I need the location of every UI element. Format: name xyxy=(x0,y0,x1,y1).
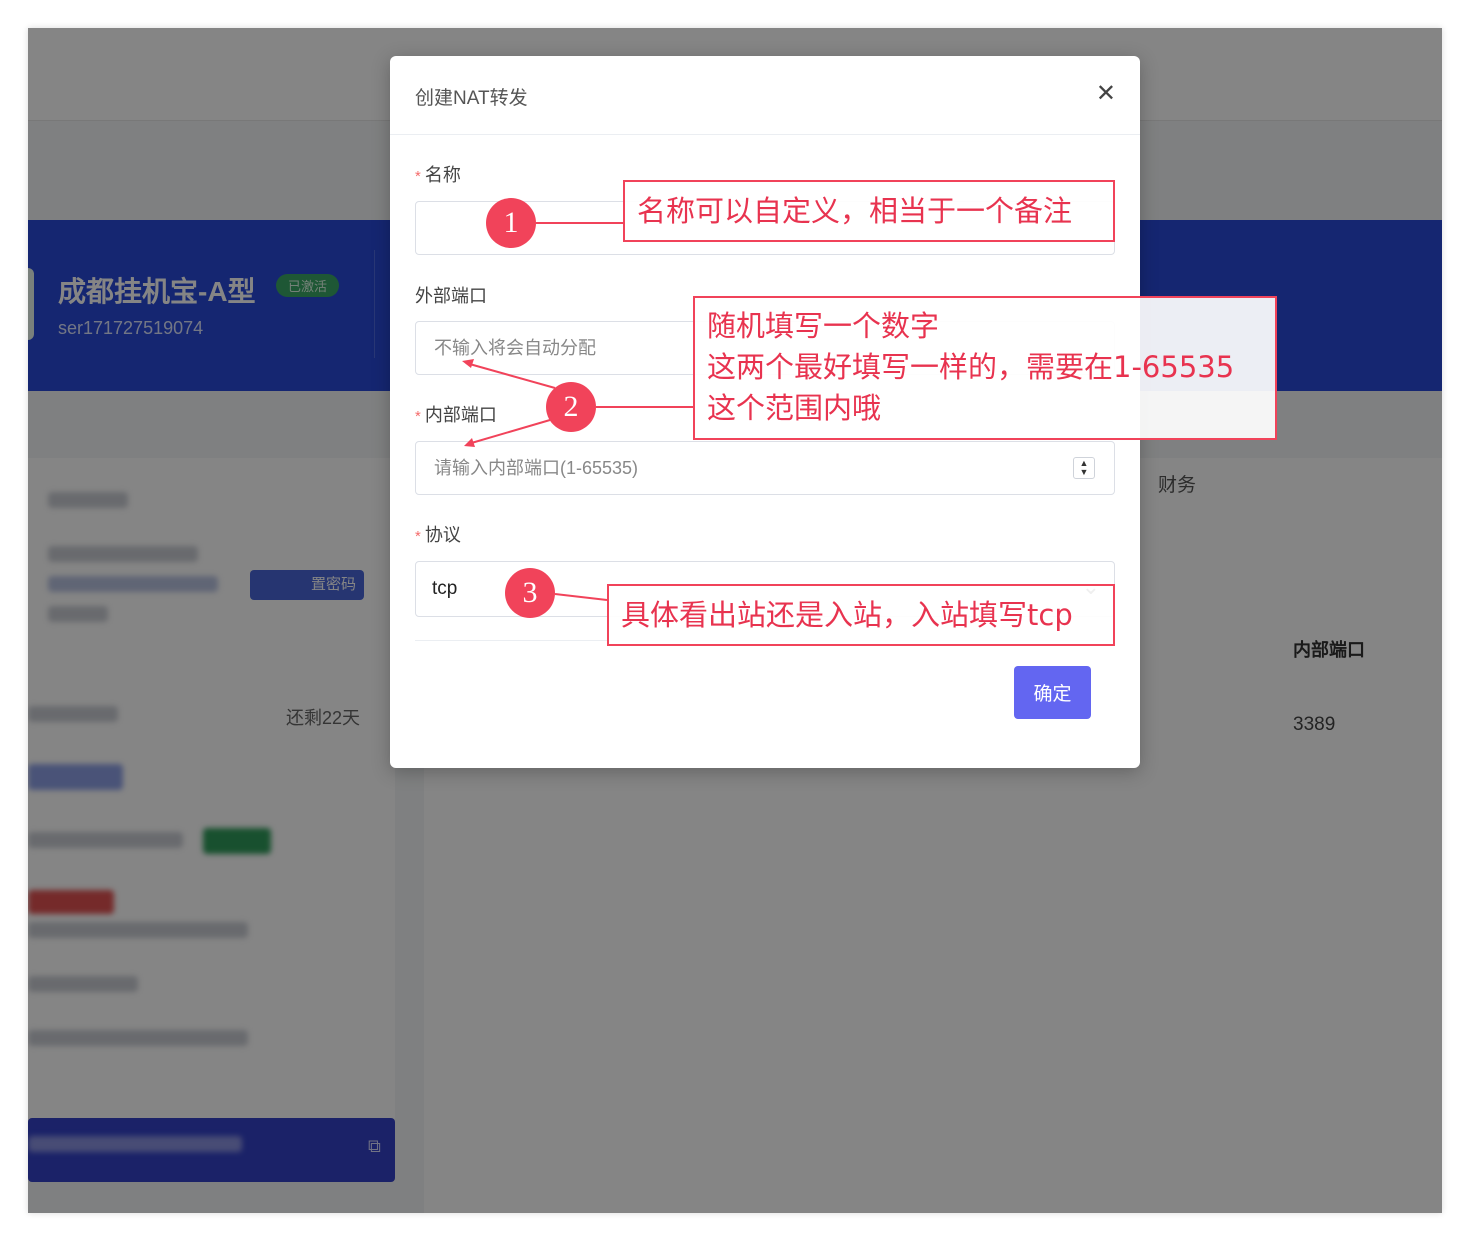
leader-line-3 xyxy=(554,593,608,601)
arrow-head xyxy=(462,359,474,368)
marker-2: 2 xyxy=(546,382,596,432)
arrow-head xyxy=(464,438,475,447)
arrow-to-external-port xyxy=(465,362,556,389)
arrow-to-internal-port xyxy=(467,419,551,445)
note-line: 这两个最好填写一样的，需要在1-65535 xyxy=(707,350,1235,384)
annotation-note-name: 名称可以自定义，相当于一个备注 xyxy=(623,180,1115,242)
marker-3: 3 xyxy=(505,568,555,618)
marker-1: 1 xyxy=(486,198,536,248)
note-line: 这个范围内哦 xyxy=(707,391,882,425)
annotation-note-protocol: 具体看出站还是入站，入站填写tcp xyxy=(607,584,1115,646)
note-line: 随机填写一个数字 xyxy=(707,309,940,343)
annotation-note-port: 随机填写一个数字 这两个最好填写一样的，需要在1-65535 这个范围内哦 xyxy=(693,296,1277,440)
